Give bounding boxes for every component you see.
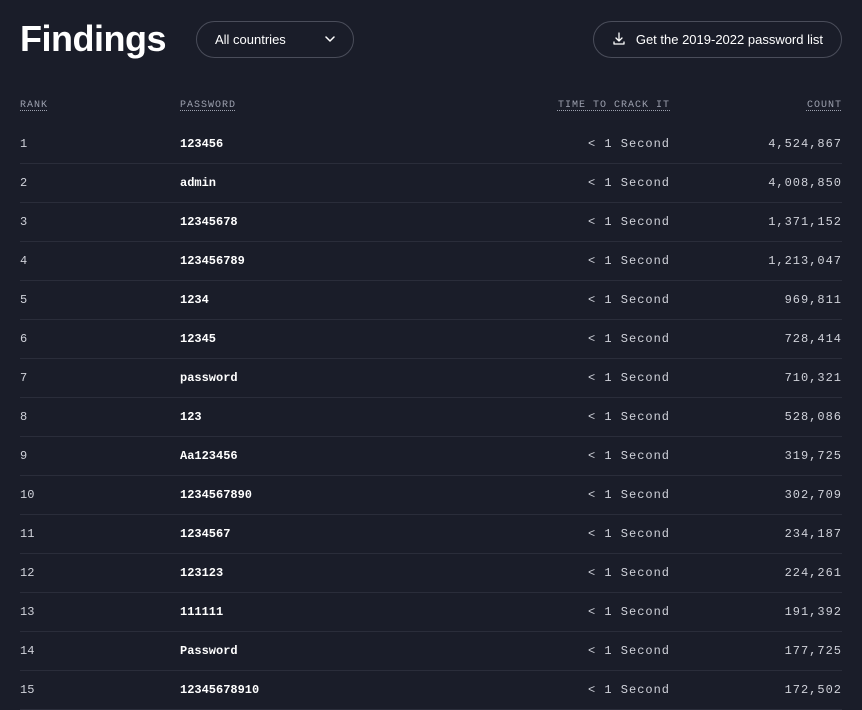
cell-time: < 1 Second <box>510 527 670 541</box>
cell-count: 302,709 <box>670 488 842 502</box>
cell-password: 1234 <box>180 293 510 307</box>
cell-rank: 15 <box>20 683 180 697</box>
header-count[interactable]: COUNT <box>670 100 842 111</box>
table-row: 4123456789< 1 Second1,213,047 <box>20 242 842 281</box>
table-body: 1123456< 1 Second4,524,8672admin< 1 Seco… <box>20 125 842 710</box>
cell-rank: 3 <box>20 215 180 229</box>
cell-rank: 13 <box>20 605 180 619</box>
cell-password: 12345 <box>180 332 510 346</box>
cell-count: 1,213,047 <box>670 254 842 268</box>
cell-password: 1234567 <box>180 527 510 541</box>
cell-count: 1,371,152 <box>670 215 842 229</box>
cell-password: Aa123456 <box>180 449 510 463</box>
table-row: 101234567890< 1 Second302,709 <box>20 476 842 515</box>
cell-time: < 1 Second <box>510 410 670 424</box>
cell-password: 123 <box>180 410 510 424</box>
cell-count: 191,392 <box>670 605 842 619</box>
cell-rank: 9 <box>20 449 180 463</box>
cell-password: 123123 <box>180 566 510 580</box>
table-row: 8123< 1 Second528,086 <box>20 398 842 437</box>
cell-count: 224,261 <box>670 566 842 580</box>
table-row: 1123456< 1 Second4,524,867 <box>20 125 842 164</box>
cell-password: 1234567890 <box>180 488 510 502</box>
cell-count: 177,725 <box>670 644 842 658</box>
download-icon <box>612 32 626 46</box>
table-row: 312345678< 1 Second1,371,152 <box>20 203 842 242</box>
cell-time: < 1 Second <box>510 683 670 697</box>
cell-rank: 6 <box>20 332 180 346</box>
cell-rank: 1 <box>20 137 180 151</box>
chevron-down-icon <box>325 36 335 42</box>
cell-rank: 2 <box>20 176 180 190</box>
cell-count: 234,187 <box>670 527 842 541</box>
table-header-row: RANK PASSWORD TIME TO CRACK IT COUNT <box>20 80 842 125</box>
table-row: 14Password< 1 Second177,725 <box>20 632 842 671</box>
table-row: 12123123< 1 Second224,261 <box>20 554 842 593</box>
header-time[interactable]: TIME TO CRACK IT <box>510 100 670 111</box>
cell-time: < 1 Second <box>510 605 670 619</box>
header-rank[interactable]: RANK <box>20 100 180 111</box>
cell-count: 969,811 <box>670 293 842 307</box>
cell-time: < 1 Second <box>510 566 670 580</box>
get-password-list-button[interactable]: Get the 2019-2022 password list <box>593 21 842 58</box>
cta-label: Get the 2019-2022 password list <box>636 32 823 47</box>
cell-time: < 1 Second <box>510 449 670 463</box>
cell-rank: 12 <box>20 566 180 580</box>
cell-count: 319,725 <box>670 449 842 463</box>
cell-rank: 8 <box>20 410 180 424</box>
cell-rank: 4 <box>20 254 180 268</box>
table-row: 2admin< 1 Second4,008,850 <box>20 164 842 203</box>
cell-time: < 1 Second <box>510 137 670 151</box>
cell-count: 528,086 <box>670 410 842 424</box>
page-title: Findings <box>20 18 166 60</box>
cell-time: < 1 Second <box>510 254 670 268</box>
cell-time: < 1 Second <box>510 176 670 190</box>
cell-password: 123456 <box>180 137 510 151</box>
cell-count: 4,524,867 <box>670 137 842 151</box>
dropdown-label: All countries <box>215 32 286 47</box>
cell-count: 710,321 <box>670 371 842 385</box>
cell-count: 172,502 <box>670 683 842 697</box>
table-row: 111234567< 1 Second234,187 <box>20 515 842 554</box>
cell-rank: 7 <box>20 371 180 385</box>
cell-time: < 1 Second <box>510 644 670 658</box>
cell-rank: 11 <box>20 527 180 541</box>
table-row: 612345< 1 Second728,414 <box>20 320 842 359</box>
country-dropdown[interactable]: All countries <box>196 21 354 58</box>
cell-count: 4,008,850 <box>670 176 842 190</box>
cell-password: 123456789 <box>180 254 510 268</box>
cell-password: Password <box>180 644 510 658</box>
cell-count: 728,414 <box>670 332 842 346</box>
page-header: Findings All countries Get the 2019-2022… <box>0 0 862 80</box>
cell-password: 12345678910 <box>180 683 510 697</box>
cell-password: 111111 <box>180 605 510 619</box>
table-row: 9Aa123456< 1 Second319,725 <box>20 437 842 476</box>
table-row: 1512345678910< 1 Second172,502 <box>20 671 842 710</box>
cell-rank: 10 <box>20 488 180 502</box>
header-password[interactable]: PASSWORD <box>180 100 510 111</box>
cell-time: < 1 Second <box>510 488 670 502</box>
cell-password: admin <box>180 176 510 190</box>
cell-time: < 1 Second <box>510 332 670 346</box>
cell-password: password <box>180 371 510 385</box>
cell-time: < 1 Second <box>510 371 670 385</box>
table-row: 7password< 1 Second710,321 <box>20 359 842 398</box>
cell-rank: 14 <box>20 644 180 658</box>
cell-rank: 5 <box>20 293 180 307</box>
table-row: 13111111< 1 Second191,392 <box>20 593 842 632</box>
findings-table: RANK PASSWORD TIME TO CRACK IT COUNT 112… <box>0 80 862 710</box>
cell-password: 12345678 <box>180 215 510 229</box>
cell-time: < 1 Second <box>510 215 670 229</box>
cell-time: < 1 Second <box>510 293 670 307</box>
table-row: 51234< 1 Second969,811 <box>20 281 842 320</box>
